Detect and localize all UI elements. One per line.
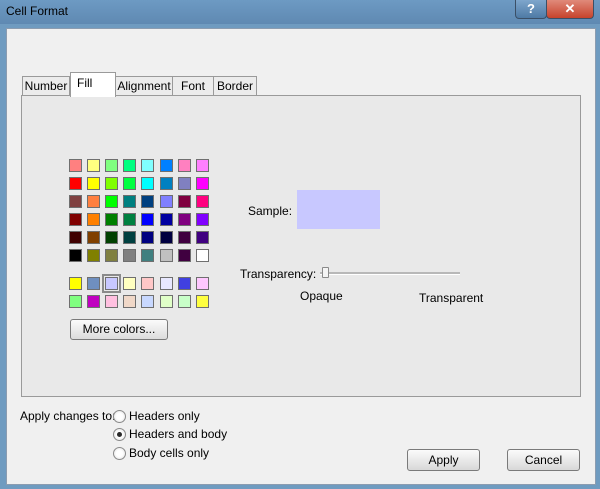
color-swatch[interactable] xyxy=(87,249,100,262)
radio-label: Headers only xyxy=(129,409,200,423)
apply-changes-label: Apply changes to: xyxy=(20,409,116,423)
color-swatch[interactable] xyxy=(105,213,118,226)
transparent-label: Transparent xyxy=(419,291,484,305)
color-swatch[interactable] xyxy=(178,249,191,262)
color-swatch[interactable] xyxy=(196,195,209,208)
color-swatch[interactable] xyxy=(69,249,82,262)
color-swatch[interactable] xyxy=(105,159,118,172)
sample-preview xyxy=(297,190,380,229)
color-swatch[interactable] xyxy=(141,295,154,308)
cell-format-window: Cell Format ? ✕ Number Fill Alignment Fo… xyxy=(0,0,600,489)
color-swatch[interactable] xyxy=(87,177,100,190)
fill-panel: More colors... Sample: Transparency: Opa… xyxy=(21,95,581,397)
color-swatch[interactable] xyxy=(87,277,100,290)
radio-button[interactable] xyxy=(113,410,126,423)
color-swatch[interactable] xyxy=(178,177,191,190)
color-swatch[interactable] xyxy=(123,195,136,208)
color-swatch[interactable] xyxy=(69,213,82,226)
color-swatch[interactable] xyxy=(87,231,100,244)
color-swatch[interactable] xyxy=(196,277,209,290)
color-swatch[interactable] xyxy=(69,195,82,208)
sample-label: Sample: xyxy=(248,204,293,218)
radio-button[interactable] xyxy=(113,447,126,460)
color-swatch[interactable] xyxy=(105,195,118,208)
color-swatch[interactable] xyxy=(141,159,154,172)
radio-label: Body cells only xyxy=(129,446,210,460)
color-swatch[interactable] xyxy=(196,249,209,262)
more-colors-button[interactable]: More colors... xyxy=(70,319,168,340)
color-swatch[interactable] xyxy=(160,249,173,262)
color-swatch[interactable] xyxy=(196,231,209,244)
help-icon[interactable]: ? xyxy=(515,0,547,19)
transparency-slider-track[interactable] xyxy=(320,272,460,275)
color-swatch[interactable] xyxy=(69,277,82,290)
color-swatch[interactable] xyxy=(69,231,82,244)
color-swatch[interactable] xyxy=(178,159,191,172)
color-swatch[interactable] xyxy=(123,231,136,244)
window-title: Cell Format xyxy=(6,4,69,18)
color-swatch[interactable] xyxy=(123,249,136,262)
color-swatch[interactable] xyxy=(160,177,173,190)
color-swatch[interactable] xyxy=(160,277,173,290)
color-swatch[interactable] xyxy=(141,277,154,290)
color-swatch[interactable] xyxy=(196,159,209,172)
color-swatch[interactable] xyxy=(105,231,118,244)
color-swatch[interactable] xyxy=(196,295,209,308)
color-swatch[interactable] xyxy=(141,213,154,226)
title-bar: Cell Format ? ✕ xyxy=(0,0,600,24)
color-swatch[interactable] xyxy=(160,213,173,226)
color-swatch[interactable] xyxy=(123,213,136,226)
color-swatch[interactable] xyxy=(87,213,100,226)
color-swatch[interactable] xyxy=(87,159,100,172)
color-swatch[interactable] xyxy=(87,195,100,208)
color-swatch[interactable] xyxy=(178,295,191,308)
dialog-body: Number Fill Alignment Font Border More c… xyxy=(6,28,596,485)
color-swatch[interactable] xyxy=(141,249,154,262)
color-swatch[interactable] xyxy=(105,177,118,190)
radio-button[interactable] xyxy=(113,428,126,441)
color-swatch[interactable] xyxy=(69,177,82,190)
close-icon[interactable]: ✕ xyxy=(546,0,594,19)
color-swatch[interactable] xyxy=(141,231,154,244)
color-swatch[interactable] xyxy=(160,159,173,172)
color-swatch[interactable] xyxy=(178,195,191,208)
transparency-label: Transparency: xyxy=(240,267,317,281)
color-swatch[interactable] xyxy=(178,231,191,244)
color-swatch[interactable] xyxy=(141,195,154,208)
tab-font[interactable]: Font xyxy=(172,76,214,95)
tab-border[interactable]: Border xyxy=(213,76,257,95)
color-swatch[interactable] xyxy=(123,295,136,308)
transparency-slider-thumb[interactable] xyxy=(322,267,329,278)
color-swatch[interactable] xyxy=(87,295,100,308)
tab-number[interactable]: Number xyxy=(22,76,70,95)
color-swatch[interactable] xyxy=(105,295,118,308)
color-swatch[interactable] xyxy=(105,249,118,262)
color-swatch[interactable] xyxy=(178,277,191,290)
opaque-label: Opaque xyxy=(300,289,343,303)
color-swatch[interactable] xyxy=(196,213,209,226)
color-swatch[interactable] xyxy=(178,213,191,226)
radio-label: Headers and body xyxy=(129,427,228,441)
color-swatch[interactable] xyxy=(160,195,173,208)
tab-fill[interactable]: Fill xyxy=(70,72,116,97)
apply-button[interactable]: Apply xyxy=(407,449,480,471)
cancel-button[interactable]: Cancel xyxy=(507,449,580,471)
color-swatch[interactable] xyxy=(102,274,121,293)
color-swatch[interactable] xyxy=(123,177,136,190)
color-swatch[interactable] xyxy=(69,159,82,172)
color-swatch[interactable] xyxy=(160,231,173,244)
color-swatch[interactable] xyxy=(160,295,173,308)
color-swatch[interactable] xyxy=(141,177,154,190)
color-swatch[interactable] xyxy=(196,177,209,190)
color-swatch[interactable] xyxy=(123,277,136,290)
color-swatch[interactable] xyxy=(123,159,136,172)
tab-alignment[interactable]: Alignment xyxy=(115,76,173,95)
color-swatch[interactable] xyxy=(69,295,82,308)
